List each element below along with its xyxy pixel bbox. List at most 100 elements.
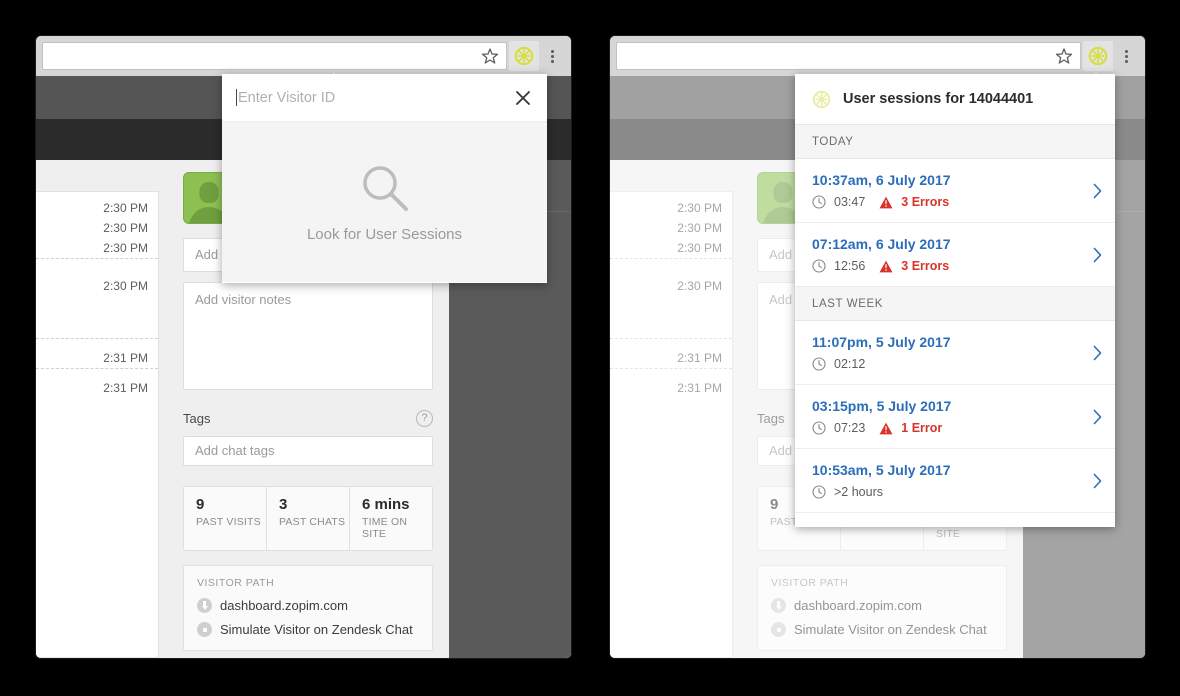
session-meta: >2 hours	[812, 485, 1085, 499]
session-errors: 3 Errors	[901, 259, 950, 273]
sessions-popup-caret	[1086, 73, 1106, 83]
stat-label: PAST CHATS	[279, 516, 346, 528]
stat-value: 9	[196, 496, 205, 513]
session-list-item[interactable]: 10:37am, 6 July 2017 03:47 3 Errors	[795, 159, 1115, 223]
transcript-time-row: 2:31 PM	[610, 378, 732, 398]
zendesk-chat-extension-icon	[1088, 46, 1108, 66]
transcript-time: 2:30 PM	[103, 221, 148, 235]
transcript-time: 2:31 PM	[677, 381, 722, 395]
session-time: 10:37am, 6 July 2017	[812, 172, 951, 188]
bookmark-star-icon[interactable]	[480, 46, 500, 66]
visitor-path-item: dashboard.zopim.com	[771, 598, 993, 613]
text-cursor	[236, 89, 237, 106]
transcript-time: 2:30 PM	[103, 241, 148, 255]
transcript-time: 2:30 PM	[677, 201, 722, 215]
sessions-group-last-week: LAST WEEK	[795, 287, 1115, 321]
transcript-time-row: 2:30 PM	[610, 276, 732, 296]
address-bar-left[interactable]	[42, 42, 507, 70]
chevron-right-icon[interactable]	[1093, 183, 1102, 198]
chat-transcript-left: 2:30 PM 2:30 PM 2:30 PM 2:30 PM 2:31 PM …	[36, 191, 159, 658]
zendesk-chat-extension-icon	[514, 46, 534, 66]
download-arrow-icon	[197, 598, 212, 613]
chat-tags-field[interactable]: Add chat tags	[183, 436, 433, 466]
extension-button-left[interactable]	[509, 41, 539, 71]
session-list-item[interactable]: 11:07pm, 5 July 2017 02:12	[795, 321, 1115, 385]
visitor-path-text: dashboard.zopim.com	[794, 598, 922, 613]
avatar-head	[773, 182, 793, 203]
close-icon[interactable]	[513, 88, 533, 108]
transcript-divider	[610, 368, 732, 378]
visitor-notes-field[interactable]: Add visitor notes	[183, 282, 433, 390]
chevron-right-icon[interactable]	[1093, 247, 1102, 262]
session-errors: 3 Errors	[901, 195, 950, 209]
visitor-path-text: Simulate Visitor on Zendesk Chat	[220, 622, 413, 637]
zendesk-chat-extension-icon	[812, 90, 831, 109]
transcript-spacer	[36, 296, 158, 338]
session-duration: 12:56	[834, 259, 866, 273]
clock-icon	[812, 357, 826, 371]
stat-time-on-site: 6 mins TIME ON SITE	[349, 487, 432, 550]
session-duration: >2 hours	[834, 485, 883, 499]
transcript-divider	[36, 338, 158, 348]
session-duration: 07:23	[834, 421, 866, 435]
magnifier-icon	[359, 162, 411, 214]
chrome-menu-icon[interactable]	[539, 41, 565, 71]
transcript-time-row: 2:31 PM	[36, 348, 158, 368]
visitor-path-title: VISITOR PATH	[771, 577, 849, 589]
sessions-popup: User sessions for 14044401 TODAY 10:37am…	[795, 74, 1115, 527]
session-meta: 12:56 3 Errors	[812, 259, 1085, 273]
session-errors: 1 Error	[901, 421, 943, 435]
sessions-popup-title: User sessions for 14044401	[843, 91, 1034, 107]
transcript-divider	[610, 258, 732, 276]
session-list-item[interactable]: 10:53am, 5 July 2017 >2 hours	[795, 449, 1115, 513]
session-duration: 02:12	[834, 357, 866, 371]
tags-header: Tags ?	[183, 410, 433, 427]
transcript-spacer	[610, 296, 732, 338]
session-duration: 03:47	[834, 195, 866, 209]
session-time: 11:07pm, 5 July 2017	[812, 334, 951, 350]
extension-button-right[interactable]	[1083, 41, 1113, 71]
bookmark-star-icon[interactable]	[1054, 46, 1074, 66]
sessions-popup-header: User sessions for 14044401	[795, 74, 1115, 125]
visitor-path-text: dashboard.zopim.com	[220, 598, 348, 613]
warning-triangle-icon	[879, 260, 893, 273]
chevron-right-icon[interactable]	[1093, 473, 1102, 488]
stat-past-chats: 3 PAST CHATS	[266, 487, 349, 550]
browser-window-right: 2:30 PM 2:30 PM 2:30 PM 2:30 PM 2:31 PM …	[610, 36, 1145, 658]
chevron-right-icon[interactable]	[1093, 345, 1102, 360]
chrome-menu-icon[interactable]	[1113, 41, 1139, 71]
transcript-time-row: 2:30 PM	[36, 218, 158, 238]
transcript-time: 2:30 PM	[103, 201, 148, 215]
visitor-stats: 9 PAST VISITS 3 PAST CHATS 6 mins TIME O…	[183, 486, 433, 551]
transcript-time: 2:30 PM	[677, 279, 722, 293]
browser-window-left: 2:30 PM 2:30 PM 2:30 PM 2:30 PM 2:31 PM …	[36, 36, 571, 658]
transcript-divider	[610, 338, 732, 348]
address-bar-right[interactable]	[616, 42, 1081, 70]
visitor-path-title: VISITOR PATH	[197, 577, 275, 589]
transcript-divider	[36, 258, 158, 276]
search-empty-text: Look for User Sessions	[306, 225, 463, 243]
visitor-path-card: VISITOR PATH dashboard.zopim.com Simulat…	[183, 565, 433, 651]
clock-icon	[812, 421, 826, 435]
stat-value: 3	[279, 496, 288, 513]
session-list-item[interactable]: 03:15pm, 5 July 2017 07:23 1 Error	[795, 385, 1115, 449]
session-list-item[interactable]: 07:12am, 6 July 2017 12:56 3 Errors	[795, 223, 1115, 287]
search-empty-state: Look for User Sessions	[222, 122, 547, 282]
transcript-time: 2:31 PM	[677, 351, 722, 365]
chevron-right-icon[interactable]	[1093, 409, 1102, 424]
help-question-icon[interactable]: ?	[416, 410, 433, 427]
session-time: 07:12am, 6 July 2017	[812, 236, 951, 252]
transcript-time-row: 2:31 PM	[610, 348, 732, 368]
transcript-time-row: 2:30 PM	[610, 238, 732, 258]
tags-label: Tags	[757, 411, 785, 426]
search-popup-header: Enter Visitor ID	[222, 74, 547, 122]
visitor-id-input[interactable]: Enter Visitor ID	[238, 90, 513, 106]
search-popup-caret	[324, 73, 344, 83]
sessions-list[interactable]: TODAY 10:37am, 6 July 2017 03:47 3 Error…	[795, 125, 1115, 527]
session-time: 12:21pm, 3 July 2017	[812, 526, 1085, 527]
avatar-head	[199, 182, 219, 203]
stat-past-visits: 9 PAST VISITS	[184, 487, 266, 550]
session-list-item-partial[interactable]: 12:21pm, 3 July 2017	[795, 513, 1115, 527]
square-dot-icon	[197, 622, 212, 637]
transcript-time: 2:30 PM	[677, 221, 722, 235]
